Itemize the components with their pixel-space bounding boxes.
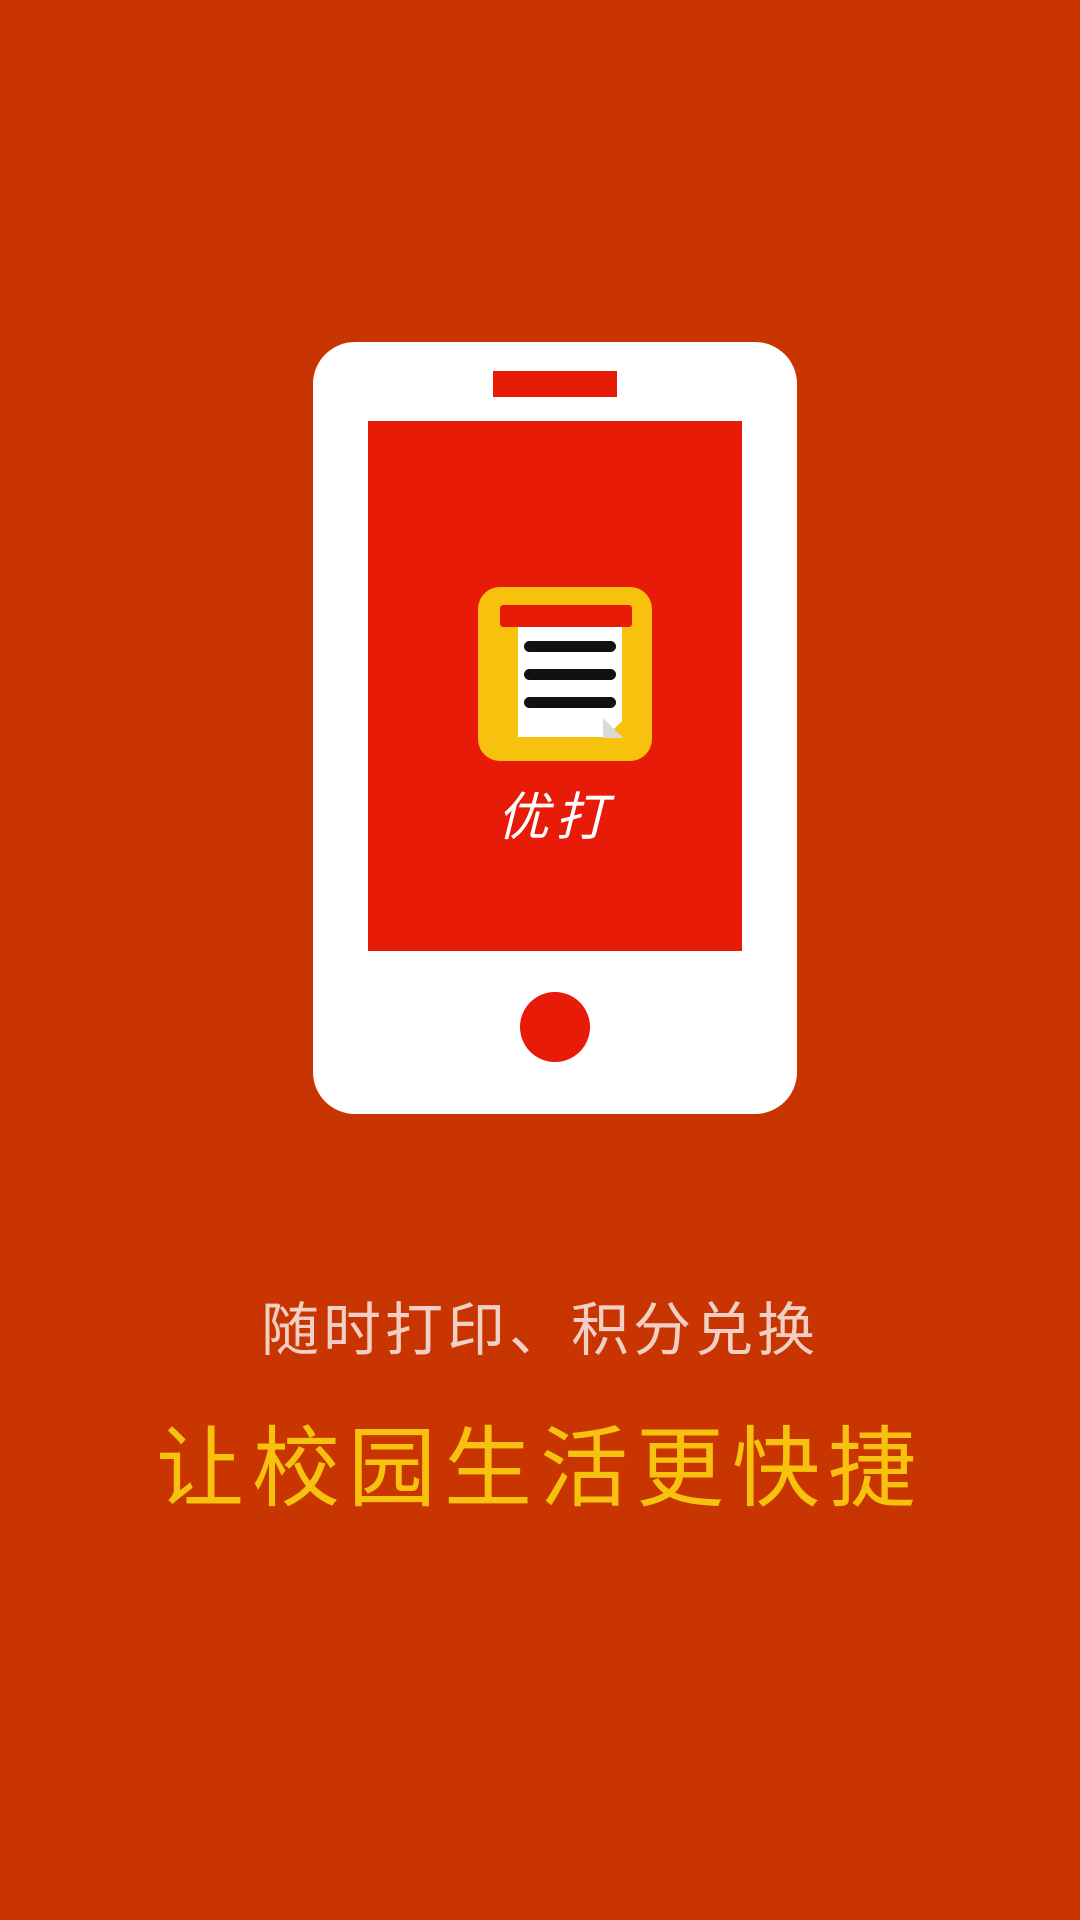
phone-speaker: [493, 371, 617, 397]
slogan-text: 让校园生活更快捷: [155, 1417, 924, 1520]
document-icon: [518, 627, 626, 741]
document-line: [524, 697, 616, 708]
phone-illustration: 优打: [313, 342, 797, 1114]
app-logo-icon: [478, 587, 652, 761]
app-name: 优打: [496, 788, 613, 848]
page-fold-icon: [603, 718, 623, 738]
phone-screen: 优打: [368, 421, 742, 951]
document-header-bar: [500, 605, 632, 627]
subtitle-text: 随时打印、积分兑换: [260, 1296, 819, 1364]
splash-screen: 优打 随时打印、积分兑换 让校园生活更快捷: [0, 0, 1080, 1920]
phone-home-button: [520, 992, 590, 1062]
document-line: [524, 641, 616, 652]
document-line: [524, 669, 616, 680]
